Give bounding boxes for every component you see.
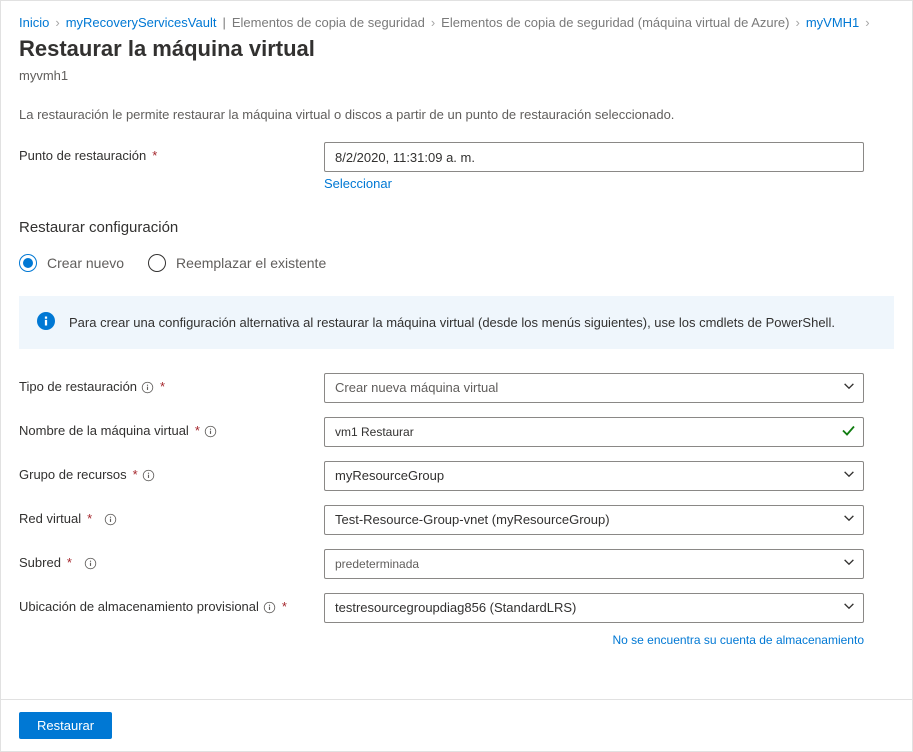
row-virtual-network: Red virtual * Test-Resource-Group-vnet (… — [19, 505, 894, 535]
required-asterisk: * — [282, 599, 287, 614]
radio-replace-existing[interactable]: Reemplazar el existente — [148, 254, 326, 272]
required-asterisk: * — [160, 379, 165, 394]
resource-group-label: Grupo de recursos — [19, 467, 127, 482]
row-resource-group: Grupo de recursos * myResourceGroup — [19, 461, 894, 491]
radio-icon-selected — [19, 254, 37, 272]
required-asterisk: * — [87, 511, 92, 526]
restore-point-label: Punto de restauración — [19, 148, 146, 163]
info-banner: Para crear una configuración alternativa… — [19, 296, 894, 349]
page-subtitle: myvmh1 — [19, 68, 894, 83]
breadcrumb-vault[interactable]: myRecoveryServicesVault — [66, 15, 217, 30]
restore-type-label: Tipo de restauración — [19, 379, 137, 394]
vm-name-input[interactable] — [324, 417, 864, 447]
info-icon[interactable] — [142, 467, 155, 482]
info-icon[interactable] — [104, 511, 117, 526]
restore-config-radios: Crear nuevo Reemplazar el existente — [19, 254, 894, 272]
radio-replace-existing-label: Reemplazar el existente — [176, 255, 326, 271]
chevron-right-icon: › — [55, 15, 59, 30]
info-icon[interactable] — [263, 599, 276, 614]
required-asterisk: * — [152, 148, 157, 163]
staging-location-select[interactable]: testresourcegroupdiag856 (StandardLRS) — [324, 593, 864, 623]
required-asterisk: * — [195, 423, 200, 438]
select-restore-point-link[interactable]: Seleccionar — [324, 176, 392, 191]
row-restore-point: Punto de restauración * Seleccionar — [19, 142, 894, 191]
breadcrumb-vm[interactable]: myVMH1 — [806, 15, 859, 30]
row-restore-type: Tipo de restauración * Crear nueva máqui… — [19, 373, 894, 403]
radio-create-new[interactable]: Crear nuevo — [19, 254, 124, 272]
required-asterisk: * — [67, 555, 72, 570]
restore-point-input[interactable] — [324, 142, 864, 172]
chevron-right-icon: › — [431, 15, 435, 30]
vm-name-label: Nombre de la máquina virtual — [19, 423, 189, 438]
breadcrumb-backup-items-azure[interactable]: Elementos de copia de seguridad (máquina… — [441, 15, 789, 30]
page-description: La restauración le permite restaurar la … — [19, 107, 894, 122]
resource-group-select[interactable]: myResourceGroup — [324, 461, 864, 491]
required-asterisk: * — [133, 467, 138, 482]
info-icon[interactable] — [84, 555, 97, 570]
chevron-right-icon: › — [796, 15, 800, 30]
storage-account-link[interactable]: No se encuentra su cuenta de almacenamie… — [613, 633, 865, 647]
info-banner-text: Para crear una configuración alternativa… — [69, 315, 835, 330]
breadcrumb-backup-items[interactable]: Elementos de copia de seguridad — [232, 15, 425, 30]
row-staging-location: Ubicación de almacenamiento provisional … — [19, 593, 894, 623]
info-icon[interactable] — [141, 379, 154, 394]
page-title: Restaurar la máquina virtual — [19, 36, 894, 62]
subnet-label: Subred — [19, 555, 61, 570]
subnet-select[interactable]: predeterminada — [324, 549, 864, 579]
restore-button[interactable]: Restaurar — [19, 712, 112, 739]
virtual-network-label: Red virtual — [19, 511, 81, 526]
staging-location-label: Ubicación de almacenamiento provisional — [19, 599, 259, 614]
footer-bar: Restaurar — [1, 699, 912, 751]
row-subnet: Subred * predeterminada — [19, 549, 894, 579]
restore-type-select[interactable]: Crear nueva máquina virtual — [324, 373, 864, 403]
row-vm-name: Nombre de la máquina virtual * — [19, 417, 894, 447]
info-icon — [37, 312, 55, 333]
restore-config-title: Restaurar configuración — [19, 219, 894, 236]
breadcrumb-sep1: | — [222, 15, 225, 30]
chevron-right-icon: › — [865, 15, 869, 30]
info-icon[interactable] — [204, 423, 217, 438]
radio-create-new-label: Crear nuevo — [47, 255, 124, 271]
breadcrumb: Inicio › myRecoveryServicesVault | Eleme… — [19, 15, 894, 30]
breadcrumb-home[interactable]: Inicio — [19, 15, 49, 30]
radio-icon-unselected — [148, 254, 166, 272]
virtual-network-select[interactable]: Test-Resource-Group-vnet (myResourceGrou… — [324, 505, 864, 535]
